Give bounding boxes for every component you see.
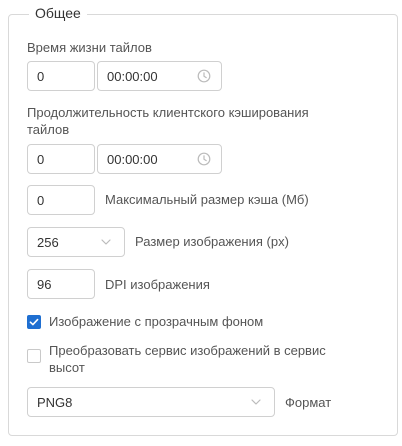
format-label: Формат <box>285 395 332 410</box>
max-cache-label: Максимальный размер кэша (Мб) <box>105 192 309 207</box>
tile-lifetime-label: Время жизни тайлов <box>27 40 152 55</box>
convert-service-checkbox[interactable] <box>27 349 41 363</box>
tile-lifetime-time-value: 00:00:00 <box>107 68 158 84</box>
image-dpi-label: DPI изображения <box>105 277 210 292</box>
image-dpi-value: 96 <box>37 276 52 292</box>
image-size-select[interactable]: 256 <box>27 227 125 257</box>
image-size-label: Размер изображения (px) <box>135 234 289 249</box>
client-cache-time-picker[interactable]: 00:00:00 <box>97 144 222 174</box>
convert-service-label-line1: Преобразовать сервис изображений в серви… <box>49 343 326 358</box>
client-cache-days-value: 0 <box>37 151 45 167</box>
chevron-down-icon <box>100 236 112 248</box>
format-value: PNG8 <box>37 394 73 410</box>
image-dpi-input[interactable]: 96 <box>27 269 95 299</box>
transparent-bg-checkbox[interactable] <box>27 315 41 329</box>
check-icon <box>29 318 39 326</box>
tile-lifetime-days-input[interactable]: 0 <box>27 61 95 91</box>
client-cache-time-value: 00:00:00 <box>107 151 158 167</box>
tile-lifetime-time-picker[interactable]: 00:00:00 <box>97 61 222 91</box>
client-cache-days-input[interactable]: 0 <box>27 144 95 174</box>
client-cache-label-line1: Продолжительность клиентского кэшировани… <box>27 105 309 120</box>
convert-service-label-line2: высот <box>49 360 85 375</box>
fieldset-legend: Общее <box>29 5 87 21</box>
tile-lifetime-days-value: 0 <box>37 68 45 84</box>
clock-icon <box>197 69 211 83</box>
max-cache-input[interactable]: 0 <box>27 185 95 215</box>
chevron-down-icon <box>250 396 262 408</box>
image-size-value: 256 <box>37 234 59 250</box>
max-cache-value: 0 <box>37 192 45 208</box>
transparent-bg-label: Изображение с прозрачным фоном <box>49 314 264 329</box>
format-select[interactable]: PNG8 <box>27 387 275 417</box>
client-cache-label-line2: тайлов <box>27 122 70 137</box>
clock-icon <box>197 152 211 166</box>
